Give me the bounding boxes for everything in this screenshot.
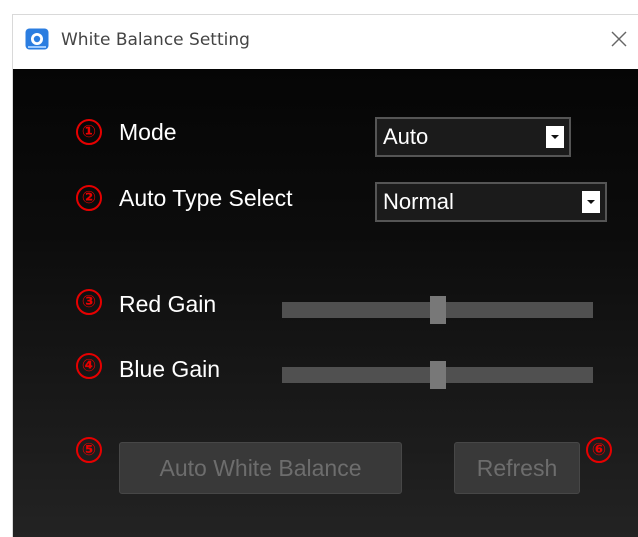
blue-gain-slider[interactable] [282,361,593,389]
blue-gain-label: Blue Gain [119,356,221,382]
auto-white-balance-button[interactable]: Auto White Balance [119,442,402,494]
badge-4: ④ [76,353,102,379]
close-icon[interactable] [609,29,629,49]
badge-3: ③ [76,289,102,315]
badge-1: ① [76,119,102,145]
mode-label: Mode [119,119,177,145]
settings-panel: ① Mode Auto ② Auto Type Select Normal ③ … [13,69,638,537]
white-balance-window: White Balance Setting ① Mode Auto ② Auto… [12,14,638,537]
title-bar: White Balance Setting [13,15,638,69]
red-gain-slider[interactable] [282,296,593,324]
auto-type-select-value: Normal [383,189,454,214]
chevron-down-icon [582,191,600,213]
auto-type-select[interactable]: Normal [375,182,607,222]
refresh-button[interactable]: Refresh [454,442,580,494]
chevron-down-icon [546,126,564,148]
badge-6: ⑥ [586,437,612,463]
mode-select-value: Auto [383,124,429,149]
badge-2: ② [76,185,102,211]
app-camera-icon [25,28,49,50]
blue-gain-slider-handle[interactable] [429,361,446,389]
red-gain-slider-handle[interactable] [429,296,446,324]
badge-5: ⑤ [76,437,102,463]
auto-type-label: Auto Type Select [119,185,293,211]
window-title: White Balance Setting [61,30,250,50]
mode-select[interactable]: Auto [375,117,571,157]
red-gain-label: Red Gain [119,291,217,317]
